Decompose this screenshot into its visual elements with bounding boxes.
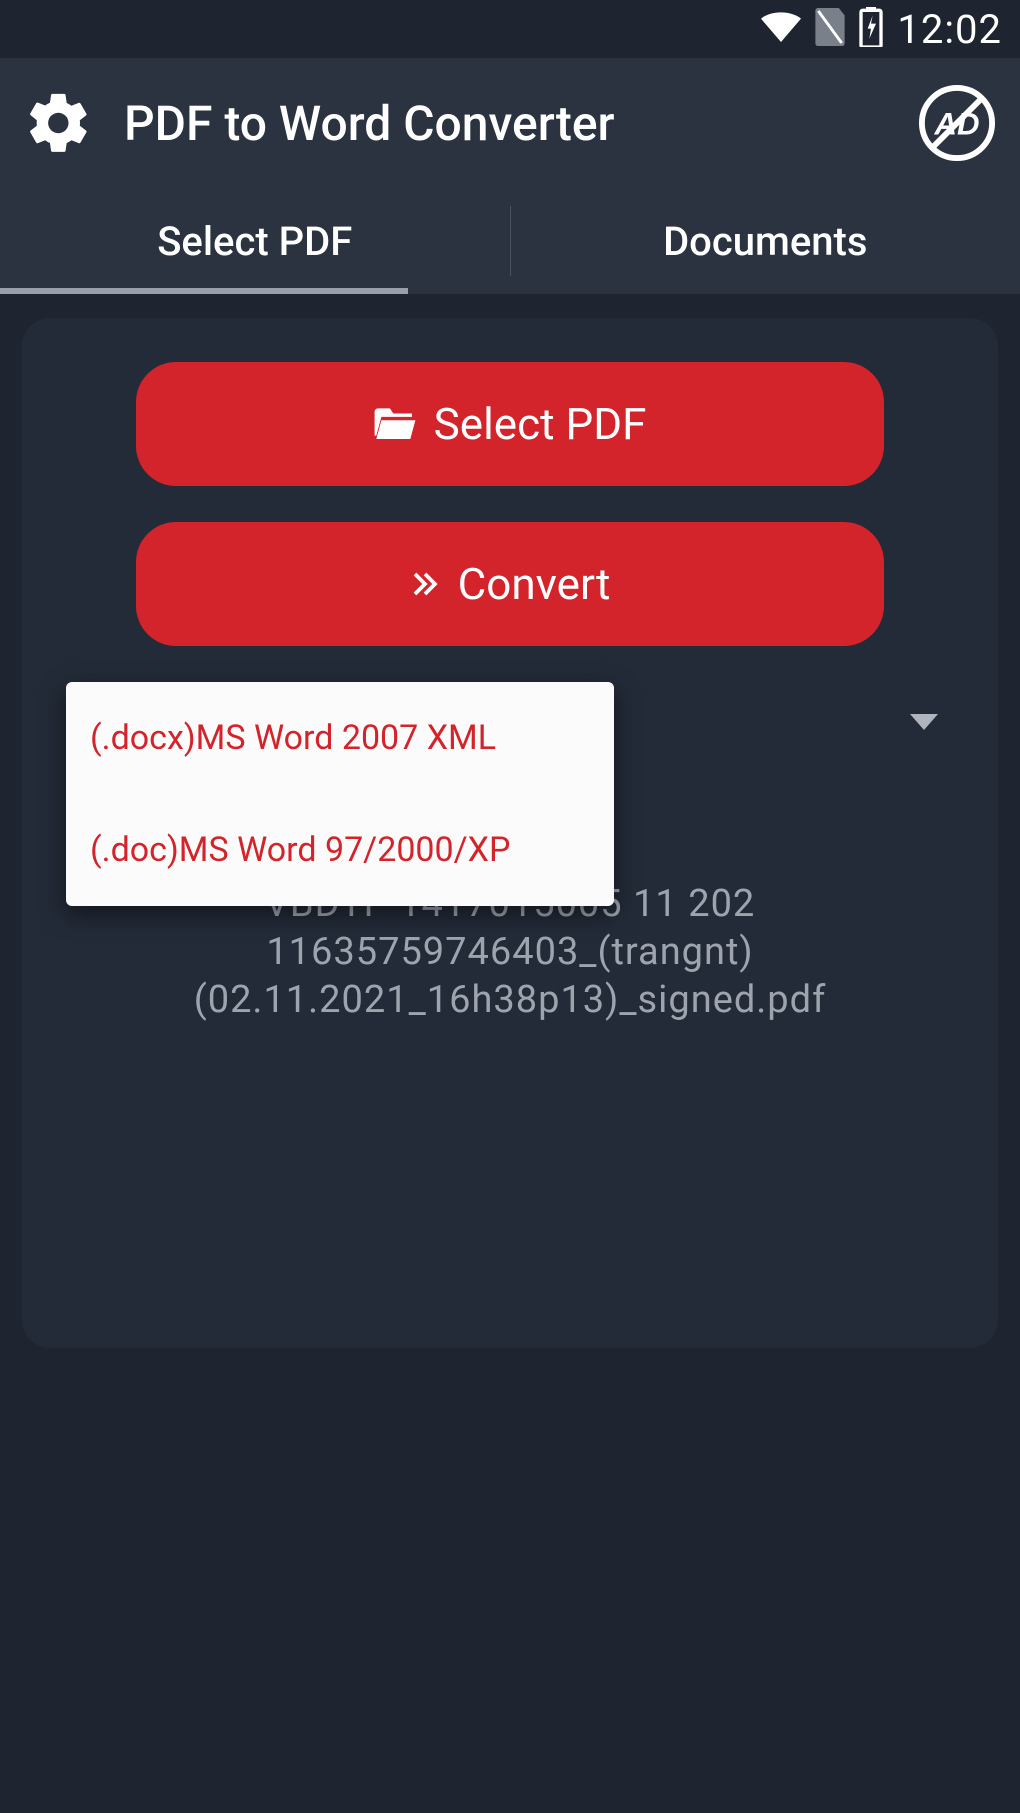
selected-filename-line3: (02.11.2021_16h38p13)_signed.pdf — [22, 976, 998, 1024]
tab-label: Documents — [663, 218, 867, 265]
dropdown-option-docx[interactable]: (.docx)MS Word 2007 XML — [66, 682, 614, 794]
tab-documents[interactable]: Documents — [511, 188, 1020, 294]
tab-label: Select PDF — [157, 218, 352, 265]
wifi-icon — [761, 11, 801, 47]
selected-filename-line2: 11635759746403_(trangnt) — [22, 928, 998, 976]
battery-charging-icon — [859, 7, 883, 51]
app-title: PDF to Word Converter — [124, 95, 888, 152]
no-ad-icon[interactable]: AD — [918, 84, 996, 162]
app-header: PDF to Word Converter AD — [0, 58, 1020, 188]
folder-open-icon — [374, 398, 416, 450]
format-dropdown-popup: (.docx)MS Word 2007 XML (.doc)MS Word 97… — [66, 682, 614, 906]
button-label: Select PDF — [434, 398, 647, 450]
tab-select-pdf[interactable]: Select PDF — [0, 188, 510, 294]
active-tab-underline — [0, 288, 408, 294]
select-pdf-button[interactable]: Select PDF — [136, 362, 884, 486]
status-time: 12:02 — [897, 6, 1002, 53]
button-label: Convert — [458, 558, 611, 610]
status-bar: 12:02 — [0, 0, 1020, 58]
chevrons-right-icon — [410, 558, 440, 610]
dropdown-option-doc[interactable]: (.doc)MS Word 97/2000/XP — [66, 794, 614, 906]
convert-button[interactable]: Convert — [136, 522, 884, 646]
sim-icon — [815, 8, 845, 50]
tabs: Select PDF Documents — [0, 188, 1020, 294]
main-card: Select PDF Convert VBDTP 1417015005 11 2… — [22, 318, 998, 1348]
chevron-down-icon[interactable] — [910, 714, 938, 730]
settings-icon[interactable] — [24, 88, 94, 158]
